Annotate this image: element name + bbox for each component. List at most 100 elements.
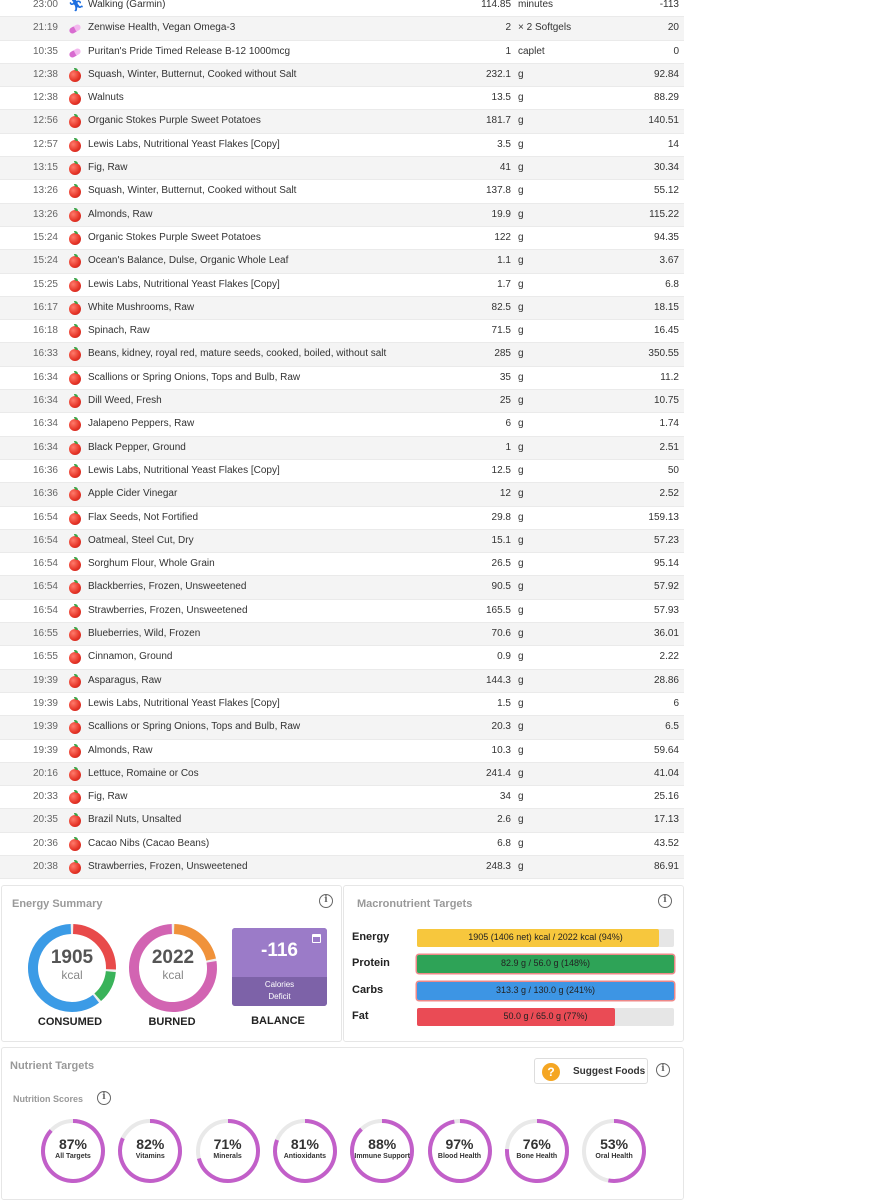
entry-amount: 1.5 bbox=[497, 697, 511, 709]
entry-amount: 1.7 bbox=[497, 278, 511, 290]
macro-row-protein[interactable]: Protein 82.9 g / 56.0 g (148%) bbox=[344, 955, 685, 973]
entry-amount: 13.5 bbox=[491, 92, 511, 104]
entry-time: 15:25 bbox=[32, 278, 58, 290]
diary-row[interactable]: 19:39 Scallions or Spring Onions, Tops an… bbox=[0, 716, 684, 740]
entry-kcal: 159.13 bbox=[648, 511, 679, 523]
diary-row[interactable]: 21:19 Zenwise Health, Vegan Omega-3 2 × 2 S… bbox=[0, 17, 684, 41]
score-percent: 53% bbox=[600, 1136, 629, 1152]
entry-time: 16:54 bbox=[32, 581, 58, 593]
diary-row[interactable]: 16:36 Apple Cider Vinegar 12 g 2.52 bbox=[0, 483, 684, 507]
macro-row-carbs[interactable]: Carbs 313.3 g / 130.0 g (241%) bbox=[344, 982, 685, 1000]
info-icon[interactable]: i bbox=[656, 1063, 670, 1077]
diary-row[interactable]: 20:33 Fig, Raw 34 g 25.16 bbox=[0, 786, 684, 810]
diary-row[interactable]: 12:38 Squash, Winter, Butternut, Cooked w… bbox=[0, 63, 684, 88]
entry-time: 23:00 bbox=[32, 0, 58, 10]
diary-row[interactable]: 15:24 Ocean's Balance, Dulse, Organic Who… bbox=[0, 250, 684, 274]
entry-name: Blackberries, Frozen, Unsweetened bbox=[88, 581, 247, 593]
score-ring-vitamins[interactable]: 82% Vitamins bbox=[117, 1118, 183, 1184]
supplement-icon bbox=[68, 46, 82, 60]
food-icon bbox=[68, 161, 82, 176]
diary-row[interactable]: 16:33 Beans, kidney, royal red, mature se… bbox=[0, 343, 684, 367]
entry-amount: 122 bbox=[494, 231, 511, 243]
food-icon bbox=[68, 766, 82, 782]
score-ring-antioxidants[interactable]: 81% Antioxidants bbox=[272, 1118, 338, 1184]
entry-kcal: 16.45 bbox=[653, 325, 679, 337]
diary-row[interactable]: 16:36 Lewis Labs, Nutritional Yeast Flake… bbox=[0, 460, 684, 484]
nutrient-targets-title: Nutrient Targets bbox=[10, 1060, 95, 1072]
score-name: Immune Support bbox=[354, 1153, 410, 1160]
diary-row[interactable]: 12:57 Lewis Labs, Nutritional Yeast Flake… bbox=[0, 134, 684, 158]
entry-name: Cinnamon, Ground bbox=[88, 651, 173, 663]
entry-amount: 114.85 bbox=[481, 0, 511, 10]
diary-row[interactable]: 13:26 Squash, Winter, Butternut, Cooked w… bbox=[0, 180, 684, 204]
entry-name: Oatmeal, Steel Cut, Dry bbox=[88, 534, 194, 546]
entry-time: 16:17 bbox=[32, 301, 58, 313]
diary-row[interactable]: 12:38 Walnuts 13.5 g 88.29 bbox=[0, 87, 684, 111]
diary-row[interactable]: 15:25 Lewis Labs, Nutritional Yeast Flake… bbox=[0, 274, 684, 297]
food-icon bbox=[68, 673, 82, 689]
diary-row[interactable]: 20:36 Cacao Nibs (Cacao Beans) 6.8 g 43.52 bbox=[0, 833, 684, 856]
score-percent: 71% bbox=[213, 1136, 242, 1152]
diary-row[interactable]: 16:55 Blueberries, Wild, Frozen 70.6 g 36.01 bbox=[0, 623, 684, 647]
diary-row[interactable]: 13:26 Almonds, Raw 19.9 g 115.22 bbox=[0, 203, 684, 227]
entry-time: 20:33 bbox=[32, 791, 58, 803]
diary-row[interactable]: 13:15 Fig, Raw 41 g 30.34 bbox=[0, 157, 684, 181]
diary-row[interactable]: 19:39 Asparagus, Raw 144.3 g 28.86 bbox=[0, 669, 684, 693]
diary-row[interactable]: 20:16 Lettuce, Romaine or Cos 241.4 g 41.04 bbox=[0, 762, 684, 787]
diary-row[interactable]: 16:17 White Mushrooms, Raw 82.5 g 18.15 bbox=[0, 296, 684, 321]
diary-row[interactable]: 16:54 Flax Seeds, Not Fortified 29.8 g 159.1… bbox=[0, 507, 684, 530]
score-ring-oral-health[interactable]: 53% Oral Health bbox=[581, 1118, 647, 1184]
entry-unit: g bbox=[518, 511, 524, 523]
food-icon bbox=[68, 627, 82, 642]
diary-row[interactable]: 20:35 Brazil Nuts, Unsalted 2.6 g 17.13 bbox=[0, 809, 684, 833]
info-icon[interactable]: i bbox=[319, 894, 333, 908]
diary-row[interactable]: 19:39 Almonds, Raw 10.3 g 59.64 bbox=[0, 740, 684, 763]
suggest-foods-button[interactable]: ? Suggest Foods bbox=[534, 1058, 648, 1084]
entry-name: Strawberries, Frozen, Unsweetened bbox=[88, 860, 248, 872]
diary-row[interactable]: 20:38 Strawberries, Frozen, Unsweetened 24… bbox=[0, 855, 684, 880]
diary-row[interactable]: 16:34 Dill Weed, Fresh 25 g 10.75 bbox=[0, 390, 684, 414]
info-icon[interactable]: i bbox=[97, 1091, 111, 1105]
info-icon[interactable]: i bbox=[658, 894, 672, 908]
diary-row[interactable]: 16:55 Cinnamon, Ground 0.9 g 2.22 bbox=[0, 646, 684, 670]
diary-row[interactable]: 16:34 Jalapeno Peppers, Raw 6 g 1.74 bbox=[0, 413, 684, 437]
score-name: Bone Health bbox=[516, 1153, 558, 1160]
score-ring-all-targets[interactable]: 87% All Targets bbox=[40, 1118, 106, 1184]
diary-row[interactable]: 16:34 Black Pepper, Ground 1 g 2.51 bbox=[0, 436, 684, 460]
entry-kcal: 36.01 bbox=[653, 628, 679, 640]
score-name: Antioxidants bbox=[283, 1153, 327, 1160]
diary-row[interactable]: 16:18 Spinach, Raw 71.5 g 16.45 bbox=[0, 320, 684, 344]
food-icon bbox=[68, 790, 82, 805]
entry-amount: 3.5 bbox=[497, 138, 511, 150]
score-ring-immune-support[interactable]: 88% Immune Support bbox=[349, 1118, 415, 1184]
macro-row-fat[interactable]: Fat 50.0 g / 65.0 g (77%) bbox=[344, 1008, 685, 1026]
entry-name: Blueberries, Wild, Frozen bbox=[88, 628, 201, 640]
score-ring-minerals[interactable]: 71% Minerals bbox=[195, 1118, 261, 1184]
diary-row[interactable]: 23:00 🏃︎ Walking (Garmin) 114.85 minutes -113 bbox=[0, 0, 684, 18]
diary-row[interactable]: 16:54 Oatmeal, Steel Cut, Dry 15.1 g 57.23 bbox=[0, 529, 684, 554]
entry-time: 16:36 bbox=[32, 464, 58, 476]
diary-row[interactable]: 10:35 Puritan's Pride Timed Release B-12 … bbox=[0, 41, 684, 64]
diary-row[interactable]: 19:39 Lewis Labs, Nutritional Yeast Flake… bbox=[0, 693, 684, 717]
diary-row[interactable]: 15:24 Organic Stokes Purple Sweet Potatoe… bbox=[0, 227, 684, 251]
entry-unit: g bbox=[518, 208, 524, 220]
entry-unit: g bbox=[518, 138, 524, 150]
diary-row[interactable]: 12:56 Organic Stokes Purple Sweet Potatoe… bbox=[0, 110, 684, 134]
entry-kcal: 57.23 bbox=[653, 534, 679, 546]
diary-row[interactable]: 16:54 Strawberries, Frozen, Unsweetened 16… bbox=[0, 600, 684, 624]
diary-row[interactable]: 16:54 Sorghum Flour, Whole Grain 26.5 g 95.1… bbox=[0, 553, 684, 577]
score-name: Minerals bbox=[213, 1153, 242, 1160]
entry-kcal: 30.34 bbox=[653, 162, 679, 174]
diary-row[interactable]: 16:54 Blackberries, Frozen, Unsweetened 90… bbox=[0, 576, 684, 600]
entry-unit: × 2 Softgels bbox=[518, 22, 572, 34]
entry-unit: g bbox=[518, 628, 524, 640]
diary-row[interactable]: 16:34 Scallions or Spring Onions, Tops an… bbox=[0, 367, 684, 391]
entry-time: 20:16 bbox=[32, 767, 58, 779]
score-ring-blood-health[interactable]: 97% Blood Health bbox=[427, 1118, 493, 1184]
entry-time: 16:34 bbox=[32, 371, 58, 383]
macro-row-energy[interactable]: Energy 1905 (1406 net) kcal / 2022 kcal (… bbox=[344, 929, 685, 947]
food-icon bbox=[68, 370, 82, 386]
lightbulb-icon: ? bbox=[542, 1063, 560, 1081]
score-name: All Targets bbox=[55, 1153, 91, 1160]
score-ring-bone-health[interactable]: 76% Bone Health bbox=[504, 1118, 570, 1184]
